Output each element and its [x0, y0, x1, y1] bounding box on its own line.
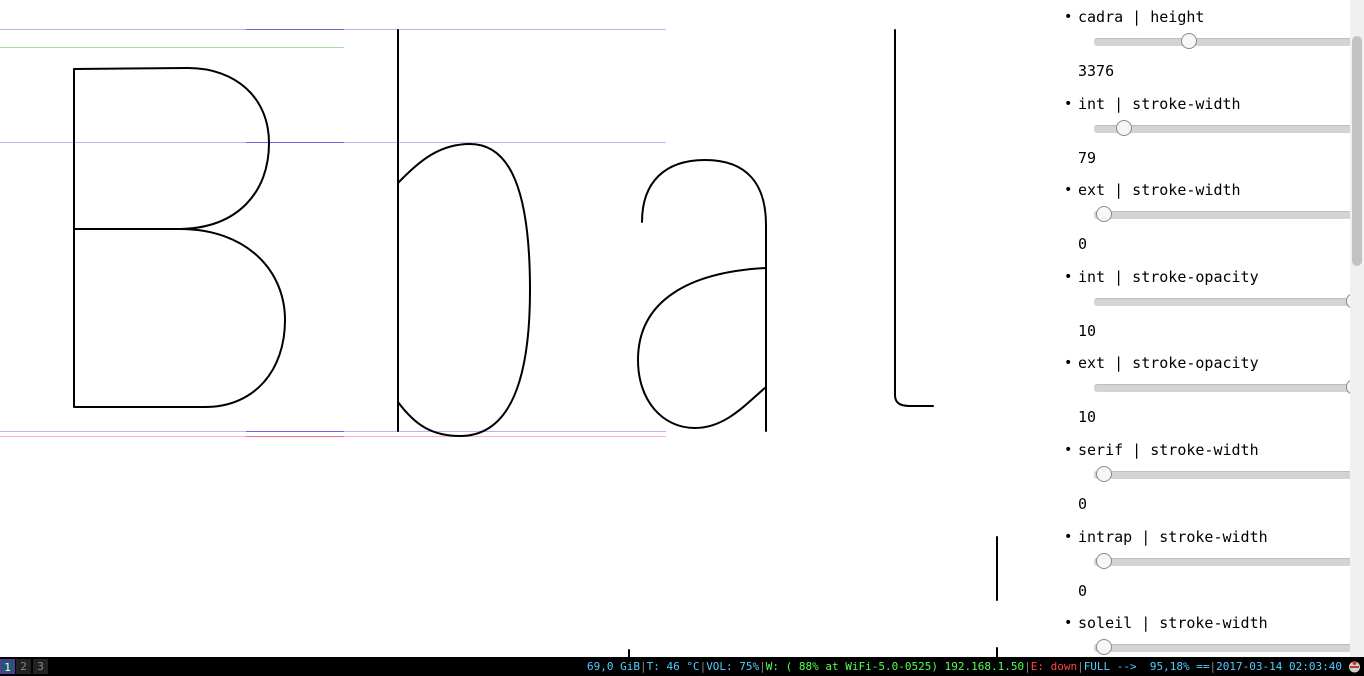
slider-track[interactable]	[1094, 38, 1364, 46]
list-bullet: •	[1064, 182, 1073, 199]
control-value: 10	[1078, 408, 1097, 427]
volume-status: VOL: 75%	[706, 660, 760, 673]
control-label: ext | stroke-width	[1078, 181, 1241, 200]
control-value: 3376	[1078, 62, 1115, 80]
control-value: 10	[1078, 321, 1097, 340]
control-value: 0	[1078, 235, 1088, 254]
control-item: • ext | stroke-opacity 10	[1050, 352, 1364, 439]
list-bullet: •	[1064, 268, 1073, 285]
glyph-b	[397, 29, 531, 437]
list-bullet: •	[1064, 95, 1073, 112]
disk-status: 69,0 GiB	[586, 660, 640, 673]
control-label: int | stroke-width	[1078, 94, 1241, 113]
workspace-1-button[interactable]: 1	[0, 659, 15, 674]
range-slider[interactable]	[1094, 33, 1364, 51]
control-label: serif | stroke-width	[1078, 440, 1259, 459]
control-label: soleil | stroke-width	[1078, 614, 1268, 633]
list-bullet: •	[1064, 355, 1073, 372]
slider-thumb[interactable]	[1096, 465, 1112, 482]
slider-track[interactable]	[1094, 557, 1364, 566]
glyph-preview	[0, 29, 998, 657]
control-value: 0	[1078, 581, 1088, 600]
range-slider[interactable]	[1094, 206, 1364, 224]
scrollbar-thumb[interactable]	[1352, 36, 1362, 266]
control-label: ext | stroke-opacity	[1078, 354, 1259, 373]
battery-status: FULL --> 95,18% ==	[1083, 660, 1210, 673]
glyph-a	[637, 159, 767, 432]
slider-thumb[interactable]	[1096, 206, 1112, 223]
range-slider[interactable]	[1094, 379, 1364, 397]
slider-track[interactable]	[1094, 297, 1364, 306]
slider-track[interactable]	[1094, 644, 1364, 653]
list-bullet: •	[1064, 9, 1073, 25]
glyph-B	[73, 67, 286, 408]
control-label: cadra | height	[1078, 8, 1205, 26]
controls-panel: • cadra | height 3376 • int | stroke-width 79…	[1050, 0, 1364, 657]
list-bullet: •	[1064, 528, 1073, 545]
range-slider[interactable]	[1094, 465, 1364, 484]
workspace-2-button[interactable]: 2	[16, 659, 31, 674]
tray-app-icon[interactable]	[1347, 659, 1362, 674]
control-label: int | stroke-opacity	[1078, 267, 1259, 286]
range-slider[interactable]	[1094, 119, 1364, 138]
control-item: • int | stroke-width 79	[1050, 93, 1364, 180]
control-item: • cadra | height 3376	[1050, 6, 1364, 93]
slider-track[interactable]	[1094, 124, 1364, 133]
wireless-status: W: ( 88% at WiFi-5.0-0525) 192.168.1.50	[765, 660, 1025, 673]
control-item: • int | stroke-opacity 10	[1050, 266, 1364, 353]
ethernet-status: E: down	[1030, 660, 1078, 673]
range-slider[interactable]	[1094, 552, 1364, 571]
range-slider[interactable]	[1094, 639, 1364, 657]
list-bullet: •	[1064, 615, 1073, 632]
vertical-scrollbar[interactable]	[1350, 0, 1364, 657]
slider-track[interactable]	[1094, 211, 1364, 220]
control-item: • intrap | stroke-width 0	[1050, 526, 1364, 613]
control-value: 79	[1078, 148, 1097, 167]
slider-thumb[interactable]	[1096, 639, 1112, 656]
datetime-status: 2017-03-14 02:03:40	[1216, 660, 1342, 673]
control-item: • ext | stroke-width 0	[1050, 179, 1364, 266]
slider-thumb[interactable]	[1116, 119, 1132, 136]
control-item: • soleil | stroke-width	[1050, 612, 1364, 657]
glyph-canvas	[0, 0, 1050, 657]
list-bullet: •	[1064, 441, 1073, 458]
control-item: • serif | stroke-width 0	[1050, 439, 1364, 526]
slider-thumb[interactable]	[1096, 552, 1112, 569]
controls-list: • cadra | height 3376 • int | stroke-width 79…	[1050, 6, 1364, 657]
range-slider[interactable]	[1094, 292, 1364, 311]
control-label: intrap | stroke-width	[1078, 527, 1268, 546]
slider-thumb[interactable]	[1181, 33, 1197, 49]
slider-track[interactable]	[1094, 384, 1364, 393]
workspace-3-button[interactable]: 3	[33, 659, 48, 674]
glyph-l	[894, 29, 934, 407]
temperature-status: T: 46 °C	[646, 660, 700, 673]
slider-track[interactable]	[1094, 470, 1364, 479]
status-info: 69,0 GiB|T: 46 °C|VOL: 75%|W: ( 88% at W…	[586, 660, 1342, 673]
control-value: 0	[1078, 494, 1088, 513]
status-bar: 1 2 3 69,0 GiB|T: 46 °C|VOL: 75%|W: ( 88…	[0, 657, 1364, 676]
